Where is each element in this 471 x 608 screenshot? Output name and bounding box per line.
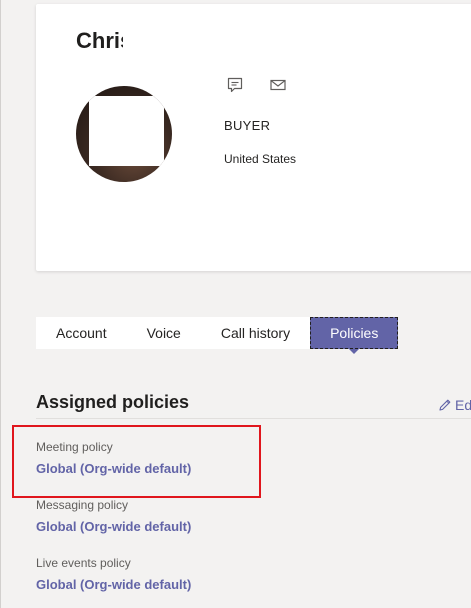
policy-value-link[interactable]: Global (Org-wide default) [36,519,191,534]
policy-item-messaging: Messaging policy Global (Org-wide defaul… [36,498,191,534]
tab-policies[interactable]: Policies [310,317,399,354]
pencil-icon [439,399,451,411]
tab-voice[interactable]: Voice [127,317,201,349]
policy-value-link[interactable]: Global (Org-wide default) [36,577,191,592]
policy-label: Messaging policy [36,498,129,512]
policy-label: Live events policy [36,556,131,570]
avatar [76,86,172,182]
user-country: United States [224,152,297,166]
tab-account[interactable]: Account [36,317,127,349]
tab-bar: Account Voice Call history Policies [36,317,399,354]
policy-item-live-events: Live events policy Global (Org-wide defa… [36,556,191,592]
tab-call-history[interactable]: Call history [201,317,310,349]
edit-label: Ed [455,397,471,413]
edit-button[interactable]: Ed [438,397,471,413]
chat-icon [227,77,243,93]
avatar-redaction [89,96,164,166]
highlight-annotation-box [12,425,261,498]
chat-button[interactable] [224,74,246,96]
left-border [0,0,1,608]
email-button[interactable] [267,74,289,96]
mail-icon [270,79,286,91]
section-divider [36,418,471,419]
user-job-title: BUYER [224,118,271,133]
assigned-policies-heading: Assigned policies [36,392,190,412]
user-name: Chris [76,28,123,53]
